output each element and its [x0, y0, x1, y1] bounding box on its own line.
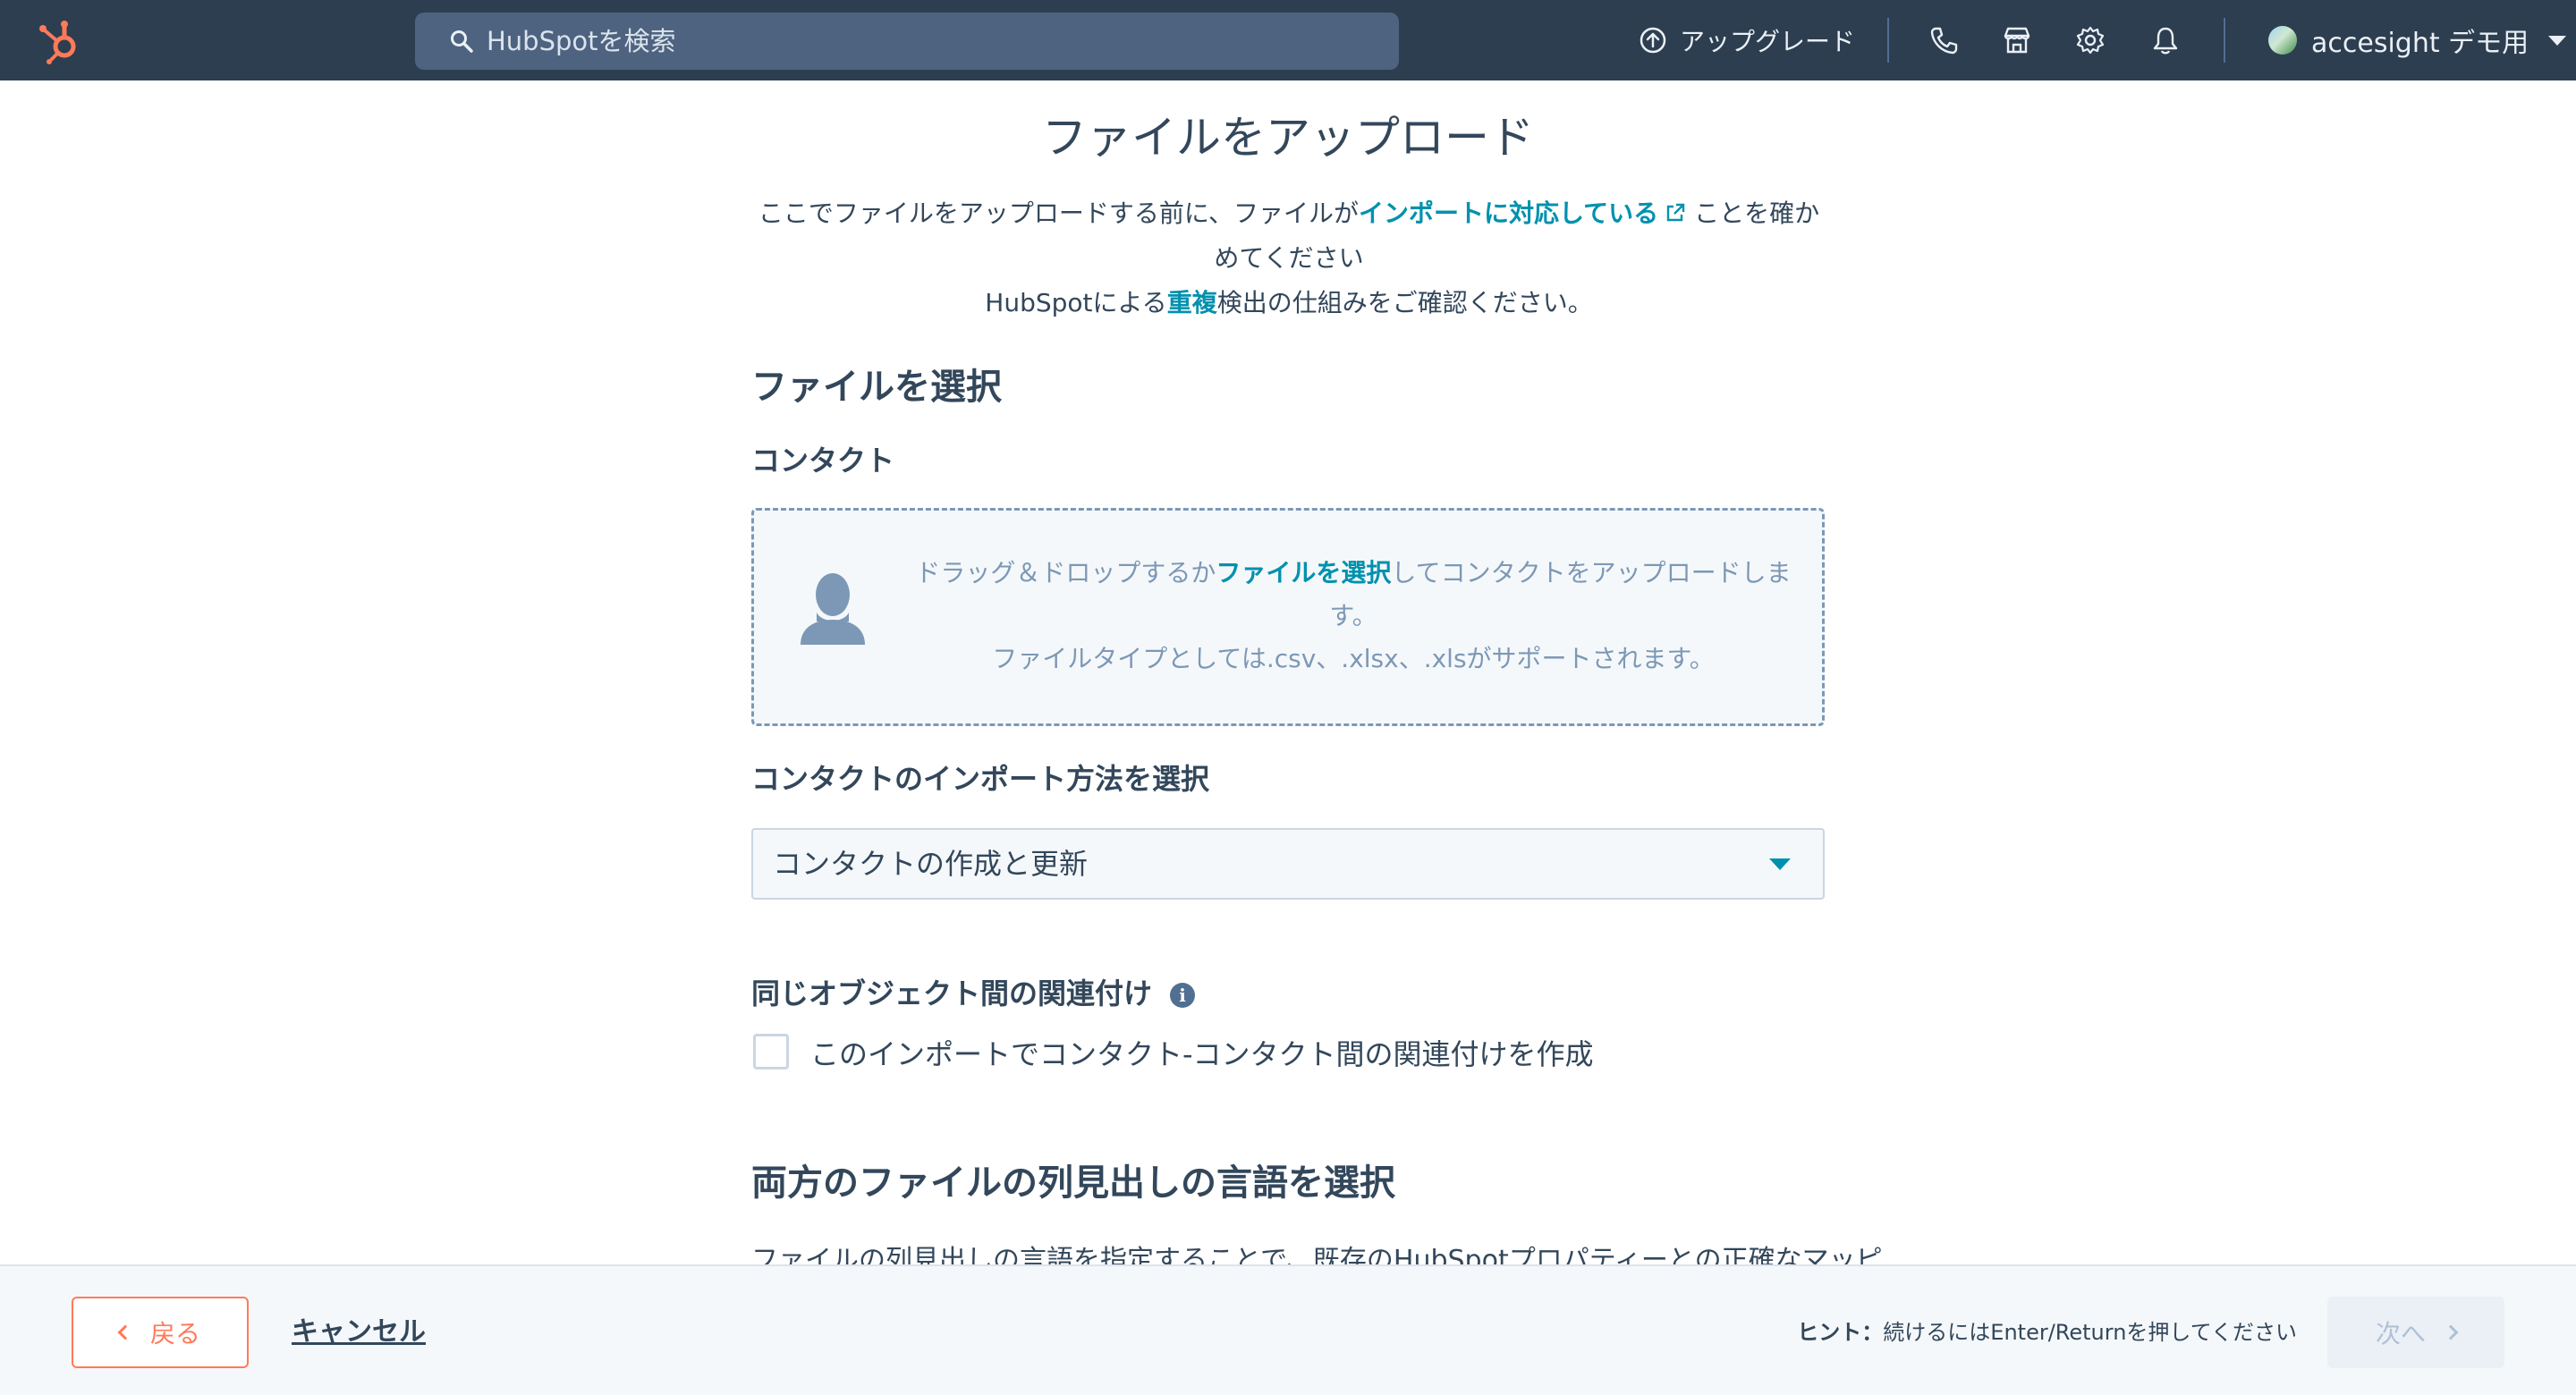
- import-method-value: コンタクトの作成と更新: [773, 847, 1089, 881]
- intro-text-1a: ここでファイルをアップロードする前に、ファイルが: [758, 199, 1359, 228]
- chevron-down-icon: [1769, 858, 1791, 870]
- keyboard-hint: ヒント：続けるにはEnter/Returnを押してください: [1797, 1297, 2297, 1368]
- account-menu[interactable]: accesight デモ用: [2268, 20, 2567, 61]
- back-label: 戻る: [149, 1319, 200, 1348]
- intro-text-2b: 検出の仕組みをご確認ください。: [1216, 288, 1593, 317]
- dropzone-text: ドラッグ＆ドロップするかファイルを選択してコンタクトをアップロードします。 ファ…: [906, 552, 1801, 681]
- avatar: [2268, 26, 2297, 55]
- account-name: accesight デモ用: [2311, 28, 2529, 59]
- import-support-link[interactable]: インポートに対応している: [1359, 199, 1658, 228]
- intro-text-2a: HubSpotによる: [985, 288, 1167, 317]
- import-method-heading: コンタクトのインポート方法を選択: [751, 762, 1210, 796]
- association-checkbox-label[interactable]: このインポートでコンタクト-コンタクト間の関連付けを作成: [810, 1032, 1594, 1073]
- upgrade-icon: [1640, 27, 1666, 54]
- main-content: ファイルをアップロード ここでファイルをアップロードする前に、ファイルがインポー…: [0, 80, 2576, 1264]
- marketplace-icon[interactable]: [2002, 25, 2032, 55]
- top-nav: HubSpotを検索 アップグレード accesight デモ用: [0, 0, 2576, 80]
- upgrade-button[interactable]: アップグレード: [1639, 20, 1855, 61]
- association-heading-text: 同じオブジェクト間の関連付け: [751, 976, 1153, 1010]
- hint-prefix: ヒント：: [1797, 1320, 1884, 1345]
- chevron-down-icon: [2548, 35, 2567, 46]
- footer-bar: 戻る キャンセル ヒント：続けるにはEnter/Returnを押してください 次…: [0, 1264, 2576, 1395]
- chevron-right-icon: [2443, 1324, 2459, 1340]
- next-label: 次へ: [2375, 1319, 2426, 1348]
- dropzone-text-b: してコンタクトをアップロードします。: [1329, 558, 1792, 630]
- external-link-icon: [1666, 203, 1685, 222]
- choose-file-heading: ファイルを選択: [751, 367, 1002, 408]
- hint-text: 続けるにはEnter/Returnを押してください: [1883, 1320, 2297, 1345]
- chevron-left-icon: [117, 1324, 133, 1340]
- info-icon[interactable]: i: [1170, 983, 1196, 1008]
- supported-file-types: ファイルタイプとしては.csv、.xlsx、.xlsがサポートされます。: [992, 644, 1715, 673]
- association-checkbox[interactable]: [753, 1034, 789, 1070]
- hubspot-logo[interactable]: [36, 16, 84, 64]
- settings-icon[interactable]: [2075, 25, 2106, 55]
- upgrade-label: アップグレード: [1680, 27, 1856, 56]
- file-dropzone[interactable]: ドラッグ＆ドロップするかファイルを選択してコンタクトをアップロードします。 ファ…: [751, 508, 1825, 726]
- choose-file-link[interactable]: ファイルを選択: [1216, 558, 1391, 588]
- next-button[interactable]: 次へ: [2327, 1297, 2504, 1368]
- dropzone-text-a: ドラッグ＆ドロップするか: [915, 558, 1216, 588]
- search-placeholder: HubSpotを検索: [487, 26, 676, 56]
- phone-icon[interactable]: [1928, 25, 1959, 55]
- import-method-select[interactable]: コンタクトの作成と更新: [751, 828, 1825, 900]
- back-button[interactable]: 戻る: [72, 1297, 249, 1368]
- intro-text: ここでファイルをアップロードする前に、ファイルがインポートに対応している ことを確…: [748, 191, 1830, 326]
- language-heading: 両方のファイルの列見出しの言語を選択: [751, 1162, 1395, 1204]
- cancel-link[interactable]: キャンセル: [292, 1297, 426, 1368]
- contact-icon: [801, 573, 865, 645]
- search-input[interactable]: HubSpotを検索: [415, 13, 1399, 70]
- notifications-icon[interactable]: [2150, 25, 2181, 55]
- page-title: ファイルをアップロード: [1042, 112, 1534, 164]
- language-description: ファイルの列見出しの言語を指定することで、既存のHubSpotプロパティーとの正…: [751, 1245, 1883, 1264]
- search-icon: [451, 30, 473, 53]
- nav-divider: [1887, 18, 1889, 63]
- nav-divider: [2224, 18, 2225, 63]
- object-label: コンタクト: [751, 444, 895, 478]
- association-heading: 同じオブジェクト間の関連付け i: [751, 971, 1196, 1012]
- duplicates-link[interactable]: 重複: [1167, 288, 1217, 317]
